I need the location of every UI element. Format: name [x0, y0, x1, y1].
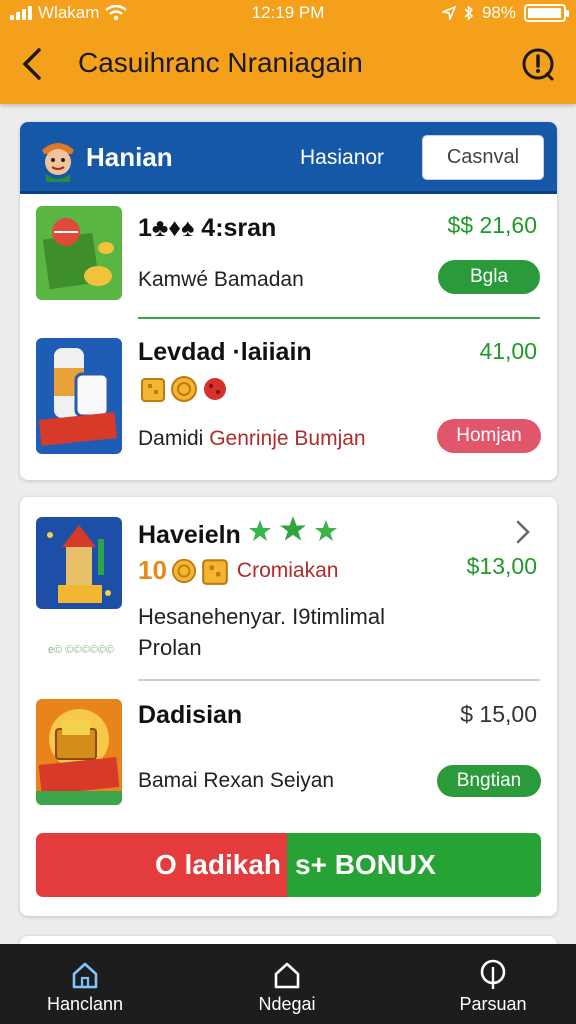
card-subtitle: Hasianor	[300, 146, 385, 169]
status-bar: Wlakam 12:19 PM 98%	[0, 0, 576, 28]
item-subtitle: Damidi Genrinje Bumjan	[138, 427, 366, 451]
item-price: 41,00	[479, 338, 537, 364]
profile-icon	[480, 959, 506, 989]
item-tag-row: 10 Cromiakan	[138, 555, 338, 586]
card-header: Hanian Hasianor Casnval	[20, 122, 557, 194]
info-button[interactable]	[518, 44, 558, 84]
item-title: 1♣♦♠ 4:sran	[138, 214, 277, 242]
item-price: $$ 21,60	[447, 212, 537, 238]
item-tag: Cromiakan	[236, 558, 339, 582]
product-thumbnail[interactable]	[36, 338, 122, 454]
subtitle-highlight: Genrinje Bumjan	[209, 427, 366, 450]
store-card-secondary: Haveieln 10 Cromiakan $13,00 Hesanehenya…	[20, 497, 557, 916]
nav-label: Parsuan	[459, 994, 527, 1014]
card-title: Hanian	[86, 142, 173, 172]
cancel-button[interactable]: Casnval	[422, 135, 544, 180]
bottom-nav: Hanclann Ndegai Parsuan	[0, 944, 576, 1024]
coin-icon	[171, 558, 196, 583]
product-thumbnail[interactable]	[36, 517, 122, 609]
alert-icon	[522, 48, 554, 81]
cube-icon	[202, 558, 228, 585]
status-right: 98%	[441, 3, 569, 23]
star-icon	[248, 520, 271, 541]
home-icon	[72, 962, 98, 989]
red-gem-icon	[204, 378, 226, 400]
product-thumbnail[interactable]	[36, 699, 122, 805]
star-icon	[279, 516, 306, 541]
nav-home[interactable]: Hanclann	[10, 956, 160, 1015]
item-action-button[interactable]: Homjan	[437, 419, 541, 453]
produce-box-image	[36, 206, 122, 300]
divider	[138, 679, 540, 681]
item-action-button[interactable]: Bgla	[438, 260, 540, 294]
item-title: Haveieln	[138, 515, 338, 550]
item-subtitle: Kamwé Bamadan	[138, 268, 304, 291]
item-rewards-row	[140, 375, 228, 403]
store-card-primary: Hanian Hasianor Casnval 1♣♦♠ 4:sran $$ 2…	[20, 122, 557, 480]
mascot-icon	[42, 143, 74, 182]
battery-icon	[524, 4, 569, 22]
level-badge: 10	[138, 555, 167, 585]
item-subtitle: Bamai Rexan Seiyan	[138, 769, 335, 792]
chevron-left-icon	[22, 48, 41, 80]
location-icon	[441, 6, 456, 20]
item-title: Levdad ·laiiain	[138, 338, 312, 366]
bonus-button[interactable]: O ladikah s+ BONUX	[36, 833, 541, 897]
item-description-line2: Prolan	[138, 635, 202, 660]
nav-store[interactable]: Ndegai	[212, 956, 362, 1015]
nav-label: Ndegai	[258, 994, 316, 1014]
nav-label: Hanclann	[46, 994, 124, 1014]
battery-percent: 98%	[481, 3, 516, 22]
tower-game-image	[36, 517, 122, 609]
back-button[interactable]	[14, 44, 50, 84]
bonus-left: O ladikah	[36, 833, 287, 897]
item-caption: e© ©©©©©©	[48, 644, 114, 656]
item-price: $13,00	[466, 553, 537, 579]
chevron-right-icon[interactable]	[515, 519, 531, 545]
coin-icon	[171, 376, 197, 402]
bonus-right: s+ BONUX	[287, 833, 541, 897]
drink-promo-image	[36, 338, 122, 454]
divider	[138, 317, 540, 319]
nav-profile[interactable]: Parsuan	[418, 956, 568, 1015]
treasure-chest-image	[36, 699, 122, 805]
bluetooth-icon	[464, 5, 474, 21]
page-title: Casuihranc Nraniagain	[78, 47, 363, 78]
cube-icon	[141, 378, 165, 402]
app-header: Wlakam 12:19 PM 98% Casuihranc Nraniagai…	[0, 0, 576, 104]
item-action-button[interactable]: Bngtian	[437, 765, 541, 797]
item-price: $ 15,00	[460, 701, 537, 727]
item-title: Dadisian	[138, 701, 243, 729]
product-thumbnail[interactable]	[36, 206, 122, 300]
house-icon	[274, 962, 300, 989]
item-description: Hesanehenyar. I9timlimal	[138, 604, 386, 629]
star-icon	[314, 520, 337, 541]
subtitle-prefix: Damidi	[138, 427, 204, 450]
